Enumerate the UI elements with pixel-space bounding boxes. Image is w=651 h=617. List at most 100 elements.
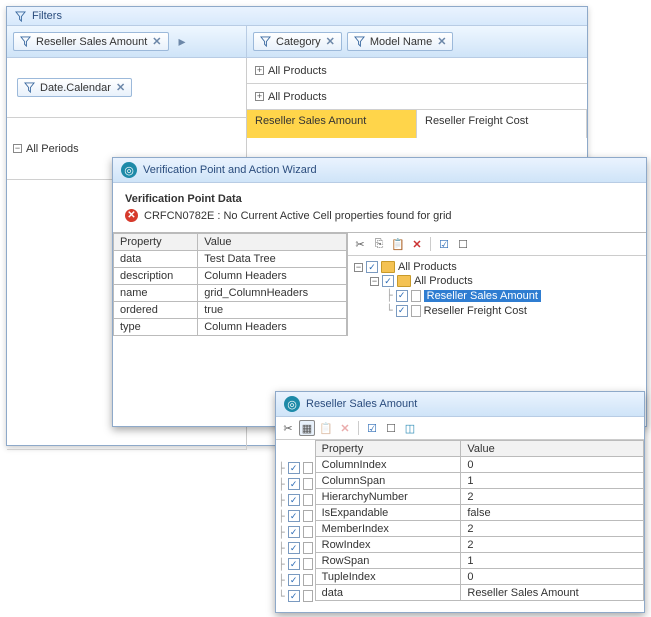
detail-title: Reseller Sales Amount [306, 398, 417, 410]
collapse-icon[interactable]: − [13, 144, 22, 153]
cut-icon[interactable]: ✂ [280, 420, 296, 436]
wizard-title: Verification Point and Action Wizard [143, 164, 317, 176]
pill-model-name[interactable]: Model Name ✕ [347, 32, 454, 51]
column-headers-row: Reseller Sales Amount Reseller Freight C… [247, 110, 587, 138]
table-row[interactable]: dataTest Data Tree [114, 251, 347, 268]
column-header-reseller-sales[interactable]: Reseller Sales Amount [247, 110, 417, 138]
checkbox[interactable]: ✓ [288, 558, 300, 570]
filter-pills-row: Reseller Sales Amount ✕ ▸ Category ✕ Mod… [7, 26, 587, 58]
close-icon[interactable]: ✕ [152, 35, 161, 48]
delete-icon[interactable]: ✕ [409, 236, 425, 252]
table-row[interactable]: RowIndex2 [315, 537, 643, 553]
checkbox[interactable]: ✓ [366, 261, 378, 273]
filters-header: Filters [7, 7, 587, 26]
check-icon[interactable]: ☑ [364, 420, 380, 436]
tree-row[interactable]: └✓ [278, 588, 313, 604]
checkbox[interactable]: ✓ [288, 526, 300, 538]
tree-row[interactable]: ├✓ [278, 572, 313, 588]
table-row[interactable]: TupleIndex0 [315, 569, 643, 585]
filters-title: Filters [32, 10, 62, 22]
tree-row[interactable]: ├✓ [278, 508, 313, 524]
table-row[interactable]: dataReseller Sales Amount [315, 585, 643, 601]
checkbox[interactable]: ✓ [288, 590, 300, 602]
table-row[interactable]: descriptionColumn Headers [114, 268, 347, 285]
tree-row[interactable]: ├✓ [278, 556, 313, 572]
wizard-header: ◎ Verification Point and Action Wizard [113, 158, 646, 183]
table-row[interactable]: orderedtrue [114, 302, 347, 319]
checkbox[interactable]: ✓ [288, 542, 300, 554]
tree-node-reseller-sales[interactable]: ├ ✓ Reseller Sales Amount [354, 288, 640, 303]
funnel-icon [354, 36, 365, 47]
vp-error-msg: CRFCN0782E : No Current Active Cell prop… [144, 210, 452, 222]
all-products-row-1[interactable]: + All Products [247, 58, 587, 84]
expand-icon[interactable]: + [255, 92, 264, 101]
separator [430, 237, 431, 251]
collapse-icon[interactable]: − [354, 263, 363, 272]
funnel-icon [24, 82, 35, 93]
tree-row[interactable]: ├✓ [278, 524, 313, 540]
document-icon [303, 542, 313, 554]
close-icon[interactable]: ✕ [116, 81, 125, 94]
pill-date-calendar[interactable]: Date.Calendar ✕ [17, 78, 132, 97]
grid-icon[interactable]: ▦ [299, 420, 315, 436]
table-row[interactable]: ColumnSpan1 [315, 473, 643, 489]
tree-node-reseller-freight[interactable]: └ ✓ Reseller Freight Cost [354, 303, 640, 318]
expand-icon[interactable]: + [255, 66, 264, 75]
tree-row[interactable]: ├✓ [278, 540, 313, 556]
checkbox[interactable]: ✓ [288, 510, 300, 522]
close-icon[interactable]: ✕ [437, 35, 446, 48]
column-header-reseller-freight[interactable]: Reseller Freight Cost [417, 110, 587, 138]
pills-right: Category ✕ Model Name ✕ [247, 26, 587, 58]
checkbox[interactable]: ✓ [288, 574, 300, 586]
table-row[interactable]: MemberIndex2 [315, 521, 643, 537]
detail-grid: PropertyValue ColumnIndex0 ColumnSpan1 H… [315, 440, 644, 608]
checkbox[interactable]: ✓ [396, 305, 408, 317]
wizard-window: ◎ Verification Point and Action Wizard V… [112, 157, 647, 427]
table-row[interactable]: HierarchyNumber2 [315, 489, 643, 505]
detail-toolbar: ✂ ▦ 📋 ✕ ☑ ☐ ◫ [276, 417, 644, 440]
tree-side: ✂ ⎘ 📋 ✕ ☑ ☐ − ✓ All Products − ✓ [348, 233, 646, 336]
tree-node-all-products-1[interactable]: − ✓ All Products [354, 260, 640, 274]
table-row[interactable]: IsExpandablefalse [315, 505, 643, 521]
pill-reseller-sales[interactable]: Reseller Sales Amount ✕ [13, 32, 169, 51]
tree-view: − ✓ All Products − ✓ All Products ├ ✓ Re… [348, 256, 646, 322]
delete-icon[interactable]: ✕ [337, 420, 353, 436]
tree-node-all-products-2[interactable]: − ✓ All Products [354, 274, 640, 288]
property-table: PropertyValue dataTest Data Tree descrip… [113, 233, 347, 336]
tree-toolbar: ✂ ⎘ 📋 ✕ ☑ ☐ [348, 233, 646, 256]
wizard-logo-icon: ◎ [121, 162, 137, 178]
paste-icon[interactable]: 📋 [318, 420, 334, 436]
checkbox[interactable]: ✓ [288, 478, 300, 490]
check-icon[interactable]: ☑ [436, 236, 452, 252]
tree-row[interactable]: ├✓ [278, 492, 313, 508]
table-row[interactable]: ColumnIndex0 [315, 457, 643, 473]
table-row[interactable]: namegrid_ColumnHeaders [114, 285, 347, 302]
detail-logo-icon: ◎ [284, 396, 300, 412]
folder-icon [381, 261, 395, 273]
uncheck-icon[interactable]: ☐ [383, 420, 399, 436]
tree-row[interactable]: ├✓ [278, 460, 313, 476]
detail-body: ├✓ ├✓ ├✓ ├✓ ├✓ ├✓ ├✓ ├✓ └✓ PropertyValue… [276, 440, 644, 608]
extra-icon[interactable]: ◫ [402, 420, 418, 436]
checkbox[interactable]: ✓ [396, 290, 408, 302]
pill-category[interactable]: Category ✕ [253, 32, 342, 51]
document-icon [303, 574, 313, 586]
document-icon [303, 494, 313, 506]
uncheck-icon[interactable]: ☐ [455, 236, 471, 252]
all-products-row-2[interactable]: + All Products [247, 84, 587, 110]
checkbox[interactable]: ✓ [382, 275, 394, 287]
folder-icon [397, 275, 411, 287]
table-row[interactable]: typeColumn Headers [114, 319, 347, 336]
copy-icon[interactable]: ⎘ [371, 236, 387, 252]
tree-row[interactable]: ├✓ [278, 476, 313, 492]
table-row[interactable]: RowSpan1 [315, 553, 643, 569]
checkbox[interactable]: ✓ [288, 462, 300, 474]
checkbox[interactable]: ✓ [288, 494, 300, 506]
collapse-icon[interactable]: − [370, 277, 379, 286]
close-icon[interactable]: ✕ [326, 35, 335, 48]
document-icon [303, 590, 313, 602]
detail-header: ◎ Reseller Sales Amount [276, 392, 644, 417]
paste-icon[interactable]: 📋 [390, 236, 406, 252]
detail-header-property: Property [315, 441, 461, 457]
cut-icon[interactable]: ✂ [352, 236, 368, 252]
